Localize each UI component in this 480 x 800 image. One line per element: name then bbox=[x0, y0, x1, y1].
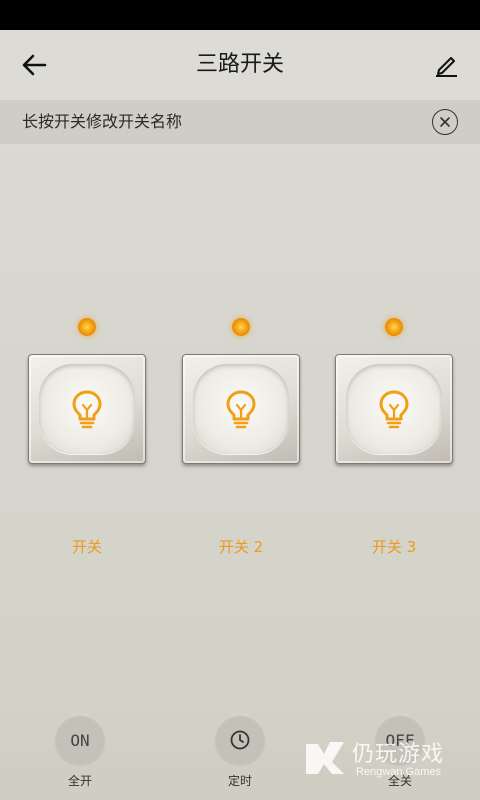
hint-text: 长按开关修改开关名称 bbox=[22, 112, 183, 131]
header: 三路开关 bbox=[0, 30, 480, 100]
switch-label-2: 开关 2 bbox=[218, 538, 264, 556]
clock-icon bbox=[230, 730, 250, 750]
switch-label-1: 开关 bbox=[71, 538, 102, 556]
pencil-icon bbox=[436, 57, 457, 77]
close-icon bbox=[440, 117, 450, 127]
switch-key-3[interactable] bbox=[335, 354, 453, 464]
hint-close-button[interactable] bbox=[432, 109, 458, 135]
bulb-icon bbox=[72, 390, 102, 429]
timer-label: 定时 bbox=[227, 774, 252, 788]
arrow-left-icon bbox=[22, 54, 47, 76]
bulb-icon bbox=[226, 390, 256, 429]
switch-key-1[interactable] bbox=[28, 354, 146, 464]
status-led bbox=[78, 318, 96, 336]
status-led bbox=[385, 318, 403, 336]
switch-key-2[interactable] bbox=[182, 354, 300, 464]
watermark: 仍玩游戏 Rengwan Games bbox=[302, 736, 472, 782]
status-bar bbox=[0, 0, 480, 30]
back-button[interactable] bbox=[14, 47, 54, 83]
all-on-label: 全开 bbox=[67, 774, 92, 788]
all-on-button[interactable]: ON bbox=[54, 714, 106, 766]
edit-button[interactable] bbox=[426, 47, 466, 83]
page-title: 三路开关 bbox=[195, 52, 284, 77]
key-face bbox=[39, 364, 135, 454]
status-led bbox=[232, 318, 250, 336]
watermark-logo-icon bbox=[306, 742, 344, 774]
key-face bbox=[193, 364, 289, 454]
watermark-sub: Rengwan Games bbox=[356, 766, 441, 778]
timer-button[interactable] bbox=[214, 714, 266, 766]
bulb-icon bbox=[379, 390, 409, 429]
watermark-text: 仍玩游戏 bbox=[352, 742, 445, 767]
key-face bbox=[346, 364, 442, 454]
switch-label-3: 开关 3 bbox=[371, 538, 417, 556]
hint-bar: 长按开关修改开关名称 bbox=[0, 100, 480, 144]
